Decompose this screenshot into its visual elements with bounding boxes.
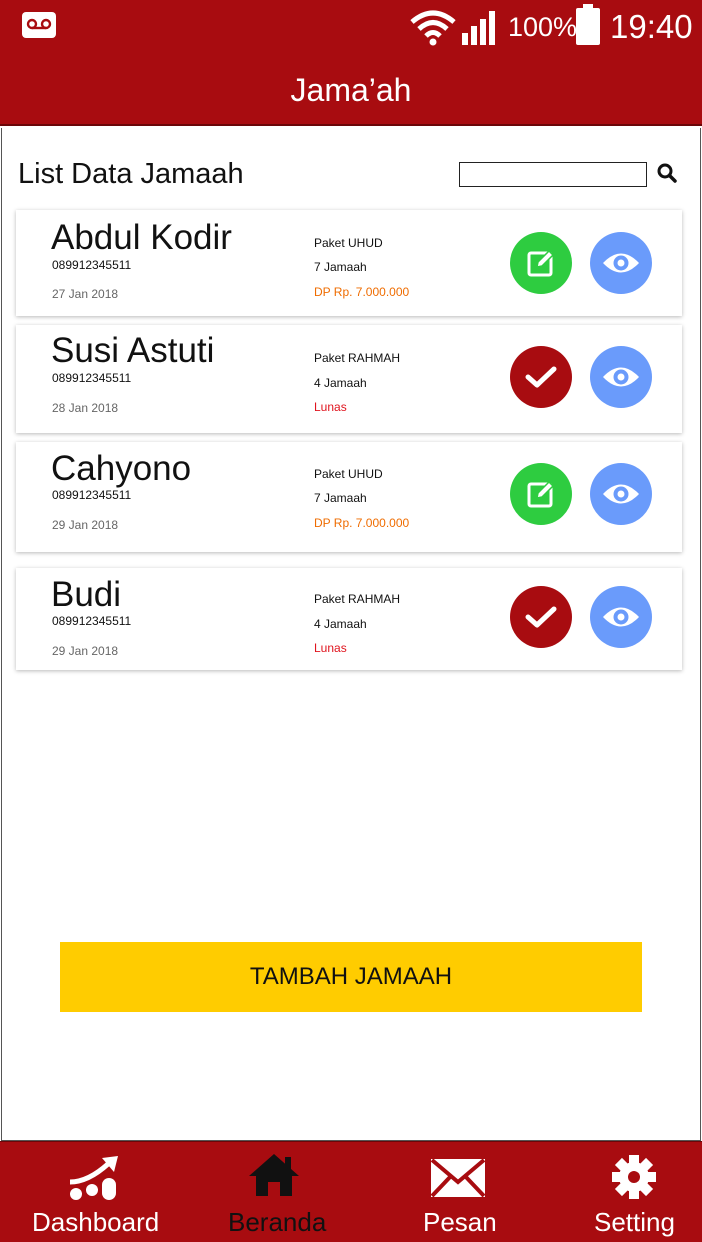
- envelope-icon: [430, 1158, 486, 1198]
- jamaah-phone: 089912345511: [52, 488, 132, 502]
- main-content: List Data Jamaah Abdul Kodir 08991234551…: [1, 128, 701, 1141]
- jamaah-phone: 089912345511: [52, 614, 132, 628]
- home-icon: [249, 1154, 299, 1196]
- jamaah-date: 29 Jan 2018: [52, 644, 119, 658]
- jamaah-card[interactable]: Budi 089912345511 29 Jan 2018 Paket RAHM…: [16, 568, 682, 670]
- add-jamaah-button[interactable]: TAMBAH JAMAAH: [60, 942, 642, 1012]
- jamaah-card[interactable]: Susi Astuti 089912345511 28 Jan 2018 Pak…: [16, 325, 682, 433]
- nav-label: Setting: [594, 1207, 675, 1237]
- jamaah-paket: Paket RAHMAH: [314, 592, 401, 606]
- jamaah-name: Susi Astuti: [51, 331, 215, 370]
- payment-status: DP Rp. 7.000.000: [314, 285, 410, 299]
- app-bar: 100% 19:40 Jama’ah: [0, 0, 702, 126]
- battery-icon: [576, 4, 600, 45]
- view-button[interactable]: [590, 232, 652, 294]
- jamaah-name: Abdul Kodir: [51, 218, 232, 257]
- jamaah-count: 4 Jamaah: [314, 617, 367, 631]
- paid-button[interactable]: [510, 586, 572, 648]
- nav-label: Beranda: [228, 1207, 327, 1237]
- jamaah-date: 27 Jan 2018: [52, 287, 119, 301]
- edit-icon: [527, 480, 555, 508]
- check-icon: [525, 606, 557, 628]
- view-button[interactable]: [590, 586, 652, 648]
- list-heading: List Data Jamaah: [18, 158, 244, 190]
- chart-growth-icon: [69, 1156, 118, 1200]
- payment-status: Lunas: [314, 641, 347, 655]
- nav-dashboard[interactable]: Dashboard: [0, 1142, 188, 1242]
- search-icon[interactable]: [657, 163, 677, 183]
- jamaah-count: 7 Jamaah: [314, 260, 367, 274]
- voicemail-icon: [22, 12, 56, 38]
- paid-button[interactable]: [510, 346, 572, 408]
- view-button[interactable]: [590, 346, 652, 408]
- edit-button[interactable]: [510, 463, 572, 525]
- eye-icon: [603, 607, 639, 627]
- jamaah-paket: Paket RAHMAH: [314, 351, 401, 365]
- jamaah-date: 28 Jan 2018: [52, 401, 119, 415]
- status-bar: 100% 19:40: [0, 0, 702, 56]
- eye-icon: [603, 367, 639, 387]
- jamaah-card[interactable]: Abdul Kodir 089912345511 27 Jan 2018 Pak…: [16, 210, 682, 316]
- page-title: Jama’ah: [290, 72, 412, 108]
- jamaah-count: 4 Jamaah: [314, 376, 367, 390]
- jamaah-phone: 089912345511: [52, 371, 132, 385]
- nav-label: Pesan: [423, 1207, 497, 1237]
- jamaah-count: 7 Jamaah: [314, 491, 367, 505]
- check-icon: [525, 366, 557, 388]
- nav-pesan[interactable]: Pesan: [363, 1142, 543, 1242]
- bottom-nav: Dashboard Beranda Pesan Setting: [0, 1141, 702, 1242]
- jamaah-paket: Paket UHUD: [314, 236, 383, 250]
- edit-button[interactable]: [510, 232, 572, 294]
- eye-icon: [603, 484, 639, 504]
- jamaah-phone: 089912345511: [52, 258, 132, 272]
- eye-icon: [603, 253, 639, 273]
- wifi-icon: [410, 10, 456, 46]
- search-input[interactable]: [459, 162, 647, 187]
- signal-icon: [462, 11, 495, 45]
- jamaah-name: Cahyono: [51, 449, 192, 488]
- payment-status: Lunas: [314, 400, 347, 414]
- edit-icon: [527, 249, 555, 277]
- nav-label: Dashboard: [32, 1207, 160, 1237]
- jamaah-date: 29 Jan 2018: [52, 518, 119, 532]
- jamaah-card[interactable]: Cahyono 089912345511 29 Jan 2018 Paket U…: [16, 442, 682, 552]
- gear-icon: [612, 1155, 656, 1199]
- view-button[interactable]: [590, 463, 652, 525]
- nav-setting[interactable]: Setting: [543, 1142, 702, 1242]
- nav-beranda[interactable]: Beranda: [188, 1142, 363, 1242]
- payment-status: DP Rp. 7.000.000: [314, 516, 410, 530]
- jamaah-paket: Paket UHUD: [314, 467, 383, 481]
- battery-percent: 100%: [508, 12, 578, 42]
- clock: 19:40: [610, 8, 693, 45]
- jamaah-name: Budi: [51, 575, 122, 614]
